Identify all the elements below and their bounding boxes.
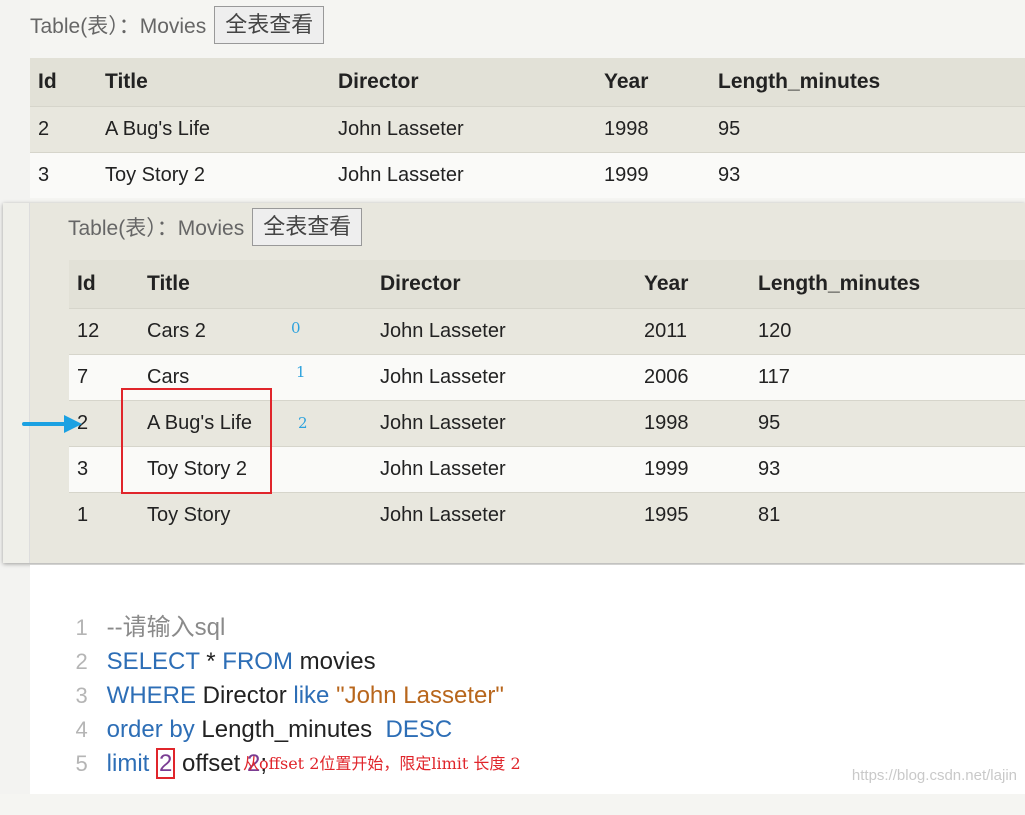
code-line-1: 1 --请输入sql bbox=[30, 577, 226, 641]
keyword-limit: limit bbox=[106, 750, 150, 777]
full-result-panel: Table(表）：Movies 全表查看 Id Title Director Y… bbox=[3, 203, 1025, 563]
code-line-5: 5 limit 2 offset 2; bbox=[30, 713, 267, 779]
code-line-2: 2 SELECT * FROM movies bbox=[30, 611, 376, 675]
top-table-heading: Table(表）：Movies 全表查看 bbox=[30, 6, 325, 44]
keyword-desc: DESC bbox=[385, 716, 453, 743]
cell-director: John Lasseter bbox=[372, 446, 636, 493]
cell-length: 117 bbox=[750, 354, 1025, 401]
cell-length: 95 bbox=[710, 106, 1025, 153]
watermark: https://blog.csdn.net/lajin bbox=[851, 767, 1017, 784]
column-header-id[interactable]: Id bbox=[69, 260, 139, 309]
top-result-panel: Table(表）：Movies 全表查看 Id Title Director Y… bbox=[30, 0, 1025, 200]
cell-year: 1999 bbox=[596, 152, 710, 198]
cell-director: John Lasseter bbox=[372, 400, 636, 447]
cell-year: 1998 bbox=[636, 400, 750, 447]
column-header-year[interactable]: Year bbox=[596, 58, 710, 107]
cell-title: Cars 2 bbox=[139, 308, 372, 355]
code-line-4: 4 order by Length_minutes DESC bbox=[30, 679, 453, 743]
column-header-length[interactable]: Length_minutes bbox=[750, 260, 1025, 309]
mid-table-title: Table(表）：Movies bbox=[68, 217, 245, 240]
cell-id: 1 bbox=[69, 492, 139, 538]
cell-id: 12 bbox=[69, 308, 139, 355]
cell-director: John Lasseter bbox=[372, 308, 636, 355]
top-table-title: Table(表）：Movies bbox=[30, 15, 207, 38]
column-header-year[interactable]: Year bbox=[636, 260, 750, 309]
cell-year: 1998 bbox=[596, 106, 710, 153]
cell-year: 2011 bbox=[636, 308, 750, 355]
code-line-3: 3 WHERE Director like "John Lasseter" bbox=[30, 645, 504, 709]
offset-marker-2: 2 bbox=[298, 414, 308, 432]
table-row: 1 Toy Story John Lasseter 1995 81 bbox=[69, 492, 1025, 538]
column-header-id[interactable]: Id bbox=[30, 58, 97, 107]
cell-title: Toy Story bbox=[139, 492, 372, 538]
cell-director: John Lasseter bbox=[372, 492, 636, 538]
cell-length: 93 bbox=[750, 446, 1025, 493]
cell-id: 2 bbox=[30, 106, 97, 153]
cell-length: 120 bbox=[750, 308, 1025, 355]
cell-title: Toy Story 2 bbox=[97, 152, 330, 198]
top-view-all-button[interactable]: 全表查看 bbox=[214, 6, 325, 44]
cell-length: 95 bbox=[750, 400, 1025, 447]
offset-marker-0: 0 bbox=[291, 319, 301, 337]
cell-director: John Lasseter bbox=[330, 152, 596, 198]
cell-director: John Lasseter bbox=[372, 354, 636, 401]
offset-marker-1: 1 bbox=[296, 363, 306, 381]
column-header-length[interactable]: Length_minutes bbox=[710, 58, 1025, 107]
top-result-table: Id Title Director Year Length_minutes 2 … bbox=[30, 58, 1025, 198]
limit-value: 2 bbox=[156, 748, 176, 779]
cell-id: 3 bbox=[30, 152, 97, 198]
cell-year: 1999 bbox=[636, 446, 750, 493]
mid-view-all-button[interactable]: 全表查看 bbox=[252, 208, 363, 246]
table-header-row: Id Title Director Year Length_minutes bbox=[69, 260, 1025, 309]
inner-gutter bbox=[3, 203, 30, 563]
sql-editor[interactable]: 1 --请输入sql 2 SELECT * FROM movies 3 WHERE D… bbox=[30, 565, 1025, 794]
table-header-row: Id Title Director Year Length_minutes bbox=[30, 58, 1025, 107]
cell-year: 1995 bbox=[636, 492, 750, 538]
cell-length: 81 bbox=[750, 492, 1025, 538]
table-row: 2 A Bug's Life John Lasseter 1998 95 bbox=[30, 106, 1025, 153]
cell-title: A Bug's Life bbox=[97, 106, 330, 153]
annotation-note: 从offset 2位置开始，限定limit 长度 2 bbox=[243, 754, 521, 773]
mid-table-heading: Table(表）：Movies 全表查看 bbox=[68, 208, 363, 246]
arrow-right-icon bbox=[22, 415, 82, 433]
column-header-director[interactable]: Director bbox=[330, 58, 596, 107]
selected-rows-highlight bbox=[121, 388, 272, 494]
code-text: offset bbox=[175, 750, 247, 777]
column-header-director[interactable]: Director bbox=[372, 260, 636, 309]
cell-year: 2006 bbox=[636, 354, 750, 401]
line-number: 5 bbox=[75, 751, 88, 776]
table-row: 3 Toy Story 2 John Lasseter 1999 93 bbox=[30, 152, 1025, 198]
cell-length: 93 bbox=[710, 152, 1025, 198]
column-header-title[interactable]: Title bbox=[139, 260, 372, 309]
cell-director: John Lasseter bbox=[330, 106, 596, 153]
column-header-title[interactable]: Title bbox=[97, 58, 330, 107]
table-row: 12 Cars 2 John Lasseter 2011 120 bbox=[69, 308, 1025, 355]
